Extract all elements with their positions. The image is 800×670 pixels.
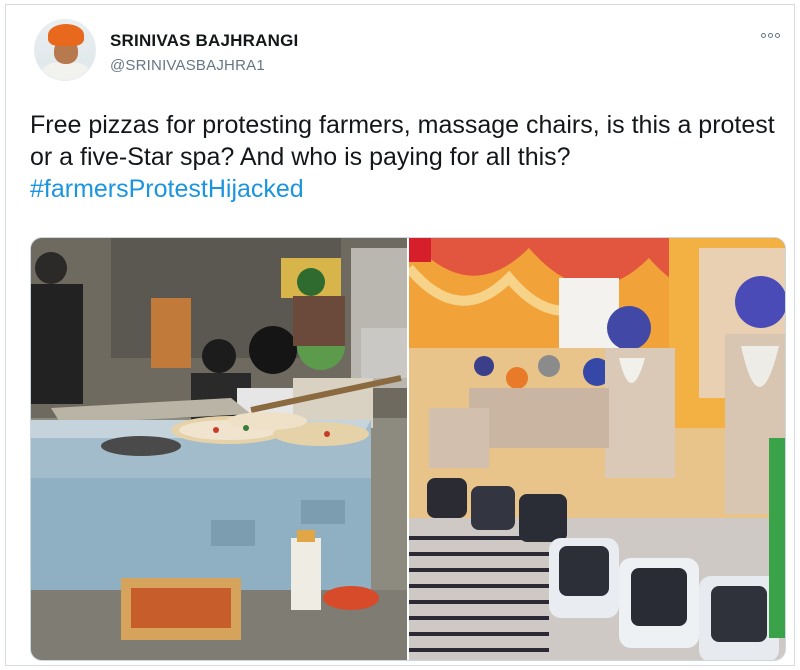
avatar[interactable]	[34, 19, 96, 81]
tweet-media[interactable]	[30, 237, 786, 661]
more-options-icon[interactable]	[756, 25, 784, 45]
photo-massage-chairs[interactable]	[409, 238, 785, 660]
user-handle[interactable]: @SRINIVASBAJHRA1	[110, 57, 265, 74]
photo-pizza-oven[interactable]	[31, 238, 407, 660]
display-name[interactable]: SRINIVAS BAJHRANGI	[110, 31, 298, 51]
tweet-text: Free pizzas for protesting farmers, mass…	[30, 109, 780, 205]
tweet-body: Free pizzas for protesting farmers, mass…	[30, 111, 775, 171]
tweet-header: SRINIVAS BAJHRANGI @SRINIVASBAJHRA1	[6, 5, 794, 95]
tweet-card[interactable]: SRINIVAS BAJHRANGI @SRINIVASBAJHRA1 Free…	[5, 4, 795, 666]
hashtag-link[interactable]: #farmersProtestHijacked	[30, 175, 304, 203]
